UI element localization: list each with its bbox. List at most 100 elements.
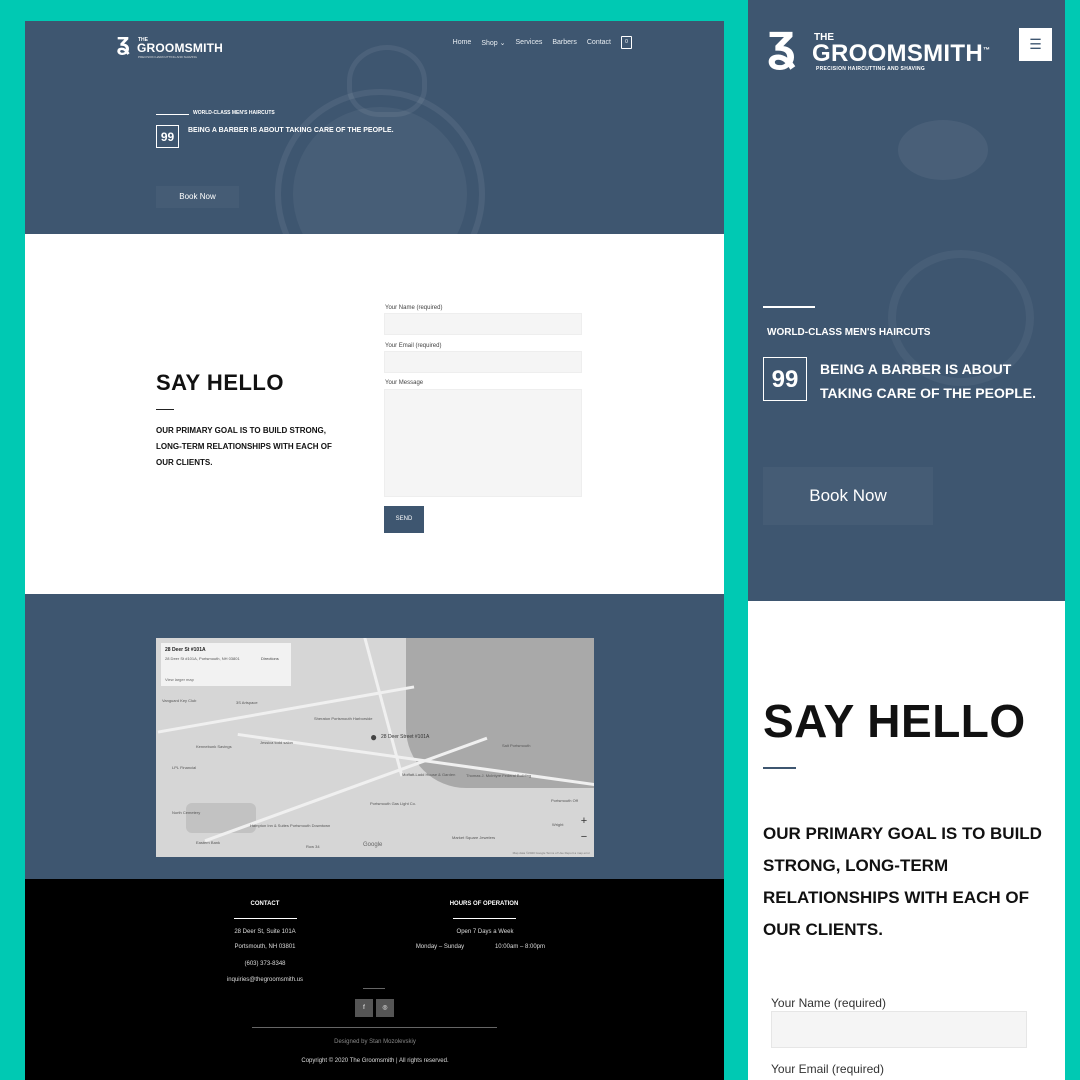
hero-quote: BEING A BARBER IS ABOUT TAKING CARE OF T…	[188, 127, 394, 134]
map-directions-link[interactable]: Directions	[261, 656, 279, 661]
footer-address-line2: Portsmouth, NH 03801	[234, 944, 296, 950]
zoom-in-button[interactable]: +	[579, 813, 589, 829]
name-field[interactable]	[771, 1011, 1027, 1048]
mobile-hero-section: ʓ THE GROOMSMITH™ PRECISION HAIRCUTTING …	[748, 0, 1065, 601]
footer-contact-heading: CONTACT	[250, 901, 280, 907]
cart-icon[interactable]: 0	[621, 36, 632, 49]
map-card-title: 28 Deer St #101A	[165, 647, 206, 653]
hero-eyebrow: WORLD-CLASS MEN'S HAIRCUTS	[193, 110, 275, 116]
quote-icon: 99	[763, 357, 807, 401]
view-larger-map-link[interactable]: View larger map	[165, 677, 194, 682]
footer-hours-days: Monday – Sunday	[415, 944, 465, 950]
mobile-preview: ʓ THE GROOMSMITH™ PRECISION HAIRCUTTING …	[748, 0, 1065, 1080]
book-now-button[interactable]: Book Now	[763, 467, 933, 525]
nav-shop-label: Shop	[481, 39, 498, 47]
map-place-label: Thomas J. McIntyre Federal Building	[466, 773, 532, 778]
mustache-logo-icon: ʓ	[117, 29, 130, 56]
map-park	[186, 803, 256, 833]
map-place-label: Portsmouth Gas Light Co.	[370, 801, 417, 806]
say-hello-text: OUR PRIMARY GOAL IS TO BUILD STRONG, LON…	[763, 824, 1042, 939]
zoom-out-button[interactable]: −	[579, 829, 589, 845]
map-place-label: 3S Artspace	[236, 700, 258, 705]
hero-eyebrow: WORLD-CLASS MEN'S HAIRCUTS	[767, 327, 931, 338]
map-pin-label: 28 Deer Street #101A	[381, 734, 430, 740]
facebook-icon[interactable]: f	[355, 999, 373, 1017]
logo-tagline: PRECISION HAIRCUTTING AND SHAVING	[816, 66, 926, 72]
desktop-preview: ʓ THE GROOMSMITH PRECISION HAIRCUTTING A…	[25, 21, 724, 1080]
google-map[interactable]: 28 Deer St #101A 28 Deer St #101A, Ports…	[156, 638, 594, 857]
map-place-label: Vanguard Key Club	[162, 698, 197, 703]
map-place-label: Sheraton Portsmouth Harborside	[314, 716, 373, 721]
email-label: Your Email (required)	[771, 1062, 884, 1076]
message-label: Your Message	[385, 380, 424, 386]
map-place-label: Salt Portsmouth	[502, 743, 531, 748]
map-section: 28 Deer St #101A 28 Deer St #101A, Ports…	[25, 594, 724, 879]
nav-contact[interactable]: Contact	[587, 39, 611, 46]
nav-home[interactable]: Home	[453, 39, 472, 46]
hero-section: ʓ THE GROOMSMITH PRECISION HAIRCUTTING A…	[25, 21, 724, 234]
message-textarea[interactable]	[384, 389, 582, 497]
logo-name-text: GROOMSMITH	[812, 40, 983, 67]
nav-shop[interactable]: Shop ⌄	[481, 39, 505, 47]
say-hello-text: OUR PRIMARY GOAL IS TO BUILD STRONG, LON…	[156, 426, 332, 467]
name-field[interactable]	[384, 313, 582, 335]
map-water	[406, 638, 594, 788]
email-label: Your Email (required)	[385, 343, 442, 349]
map-info-card: 28 Deer St #101A 28 Deer St #101A, Ports…	[161, 643, 291, 686]
quote-icon: 99	[156, 125, 179, 148]
map-road	[157, 685, 415, 734]
title-rule	[156, 409, 174, 410]
nav-services[interactable]: Services	[516, 39, 543, 46]
map-place-label: Hampton Inn & Suites Portsmouth Downtown	[250, 823, 331, 828]
footer-email[interactable]: inquiries@thegroomsmith.us	[185, 977, 345, 983]
google-logo: Google	[363, 842, 383, 848]
map-place-label: Jessica todd salon	[260, 740, 293, 745]
map-place-label: Row 34	[306, 844, 320, 849]
chevron-down-icon: ⌄	[499, 39, 506, 47]
map-place-label: Eastern Bank	[196, 840, 221, 845]
logo-name: GROOMSMITH	[137, 41, 223, 55]
footer-hours-line1: Open 7 Days a Week	[456, 929, 514, 935]
book-now-button[interactable]: Book Now	[156, 186, 239, 208]
footer-phone[interactable]: (603) 373-8348	[185, 961, 345, 967]
say-hello-title: SAY HELLO	[156, 370, 284, 395]
footer-divider	[363, 988, 385, 989]
logo-name: GROOMSMITH™	[812, 40, 990, 68]
map-pin-icon[interactable]: ●	[370, 730, 377, 744]
eyebrow-rule	[763, 306, 815, 308]
footer-divider	[252, 1027, 497, 1028]
footer-hours-time: 10:00am – 8:00pm	[494, 944, 546, 950]
hero-quote: BEING A BARBER IS ABOUT TAKING CARE OF T…	[820, 361, 1036, 401]
map-place-label: Market Square Jewelers	[452, 835, 496, 840]
eyebrow-rule	[156, 114, 189, 115]
title-rule	[763, 767, 796, 769]
map-place-label: Moffatt-Ladd House & Garden	[402, 772, 456, 777]
map-place-label: Kennebunk Savings	[196, 744, 232, 749]
map-place-label: LPL Financial	[172, 765, 197, 770]
logo-tagline: PRECISION HAIRCUTTING AND SHAVING	[138, 55, 197, 59]
map-card-address: 28 Deer St #101A, Portsmouth, NH 03801	[165, 656, 240, 661]
hamburger-menu-icon[interactable]: ☰	[1019, 28, 1052, 61]
send-button[interactable]: SEND	[384, 506, 424, 533]
copyright-text: Copyright © 2020 The Groomsmith | All ri…	[301, 1058, 449, 1064]
map-road	[204, 736, 488, 843]
say-hello-title: SAY HELLO	[763, 695, 1026, 747]
site-footer: CONTACT 28 Deer St, Suite 101A Portsmout…	[25, 879, 724, 1080]
map-place-label: Wright	[552, 822, 564, 827]
name-label: Your Name (required)	[771, 996, 886, 1010]
map-attribution: Map data ©2020 Google Terms of Use Repor…	[512, 851, 590, 855]
footer-address-line1: 28 Deer St, Suite 101A	[234, 929, 296, 935]
pocket-watch-bow	[347, 45, 427, 117]
footer-rule	[234, 918, 297, 919]
footer-rule	[453, 918, 516, 919]
map-place-label: North Cemetery	[172, 810, 201, 815]
email-field[interactable]	[384, 351, 582, 373]
hero-background-shape	[898, 120, 988, 180]
main-nav: Home Shop ⌄ Services Barbers Contact 0	[453, 36, 632, 49]
map-place-label: Portsmouth Off	[551, 798, 578, 803]
map-zoom-controls: + −	[579, 813, 589, 845]
designer-credit[interactable]: Designed by Stan Mozolevskiy	[225, 1039, 525, 1045]
instagram-icon[interactable]: ◎	[376, 999, 394, 1017]
map-road	[348, 638, 404, 777]
nav-barbers[interactable]: Barbers	[552, 39, 577, 46]
